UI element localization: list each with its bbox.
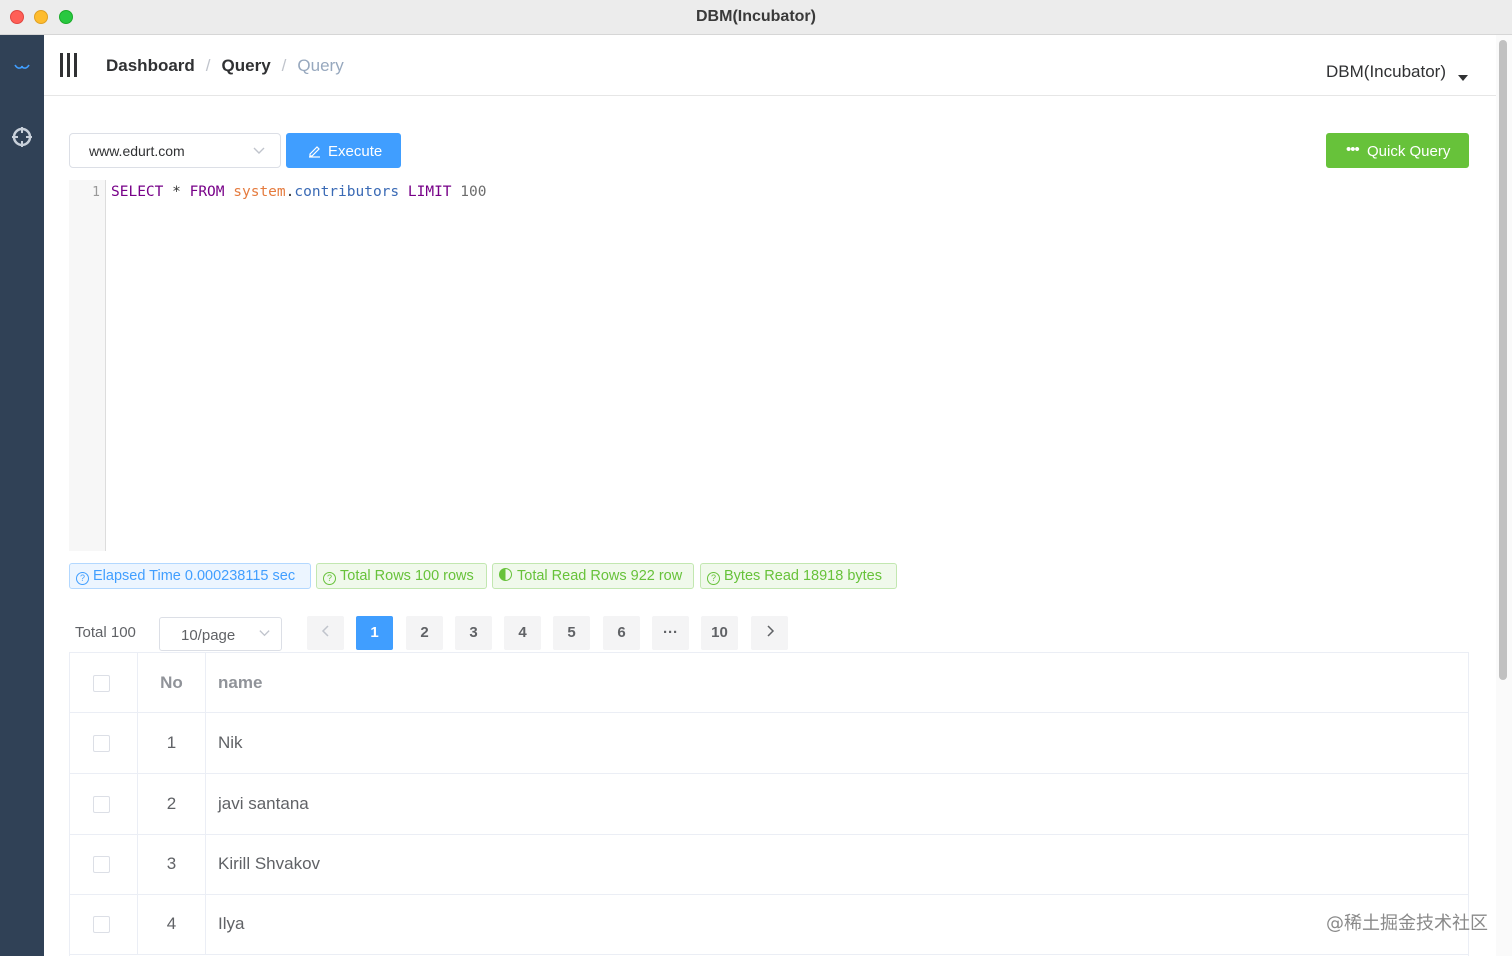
sql-table: contributors	[294, 184, 400, 200]
half-circle-icon	[499, 568, 512, 581]
row-checkbox[interactable]	[93, 856, 110, 873]
page-size-select[interactable]: 10/page	[159, 617, 282, 651]
bytes-read-text: Bytes Read 18918 bytes	[724, 568, 882, 584]
row-name: Ilya	[218, 914, 245, 933]
sql-number: 100	[460, 184, 487, 200]
user-menu-label: DBM(Incubator)	[1326, 62, 1446, 81]
execute-label: Execute	[328, 143, 383, 160]
total-rows-text: Total Rows 100 rows	[340, 568, 474, 584]
editor-gutter: 1	[69, 180, 106, 551]
row-no: 2	[138, 774, 206, 834]
navbar: Dashboard / Query / Query DBM(Incubator)	[44, 35, 1496, 96]
page-size-value: 10/page	[181, 627, 236, 644]
table-row[interactable]: 2 javi santana	[70, 774, 1468, 835]
row-name: Nik	[218, 733, 243, 752]
row-checkbox[interactable]	[93, 916, 110, 933]
row-check-cell	[70, 834, 138, 894]
column-header-no[interactable]: No	[138, 653, 206, 712]
line-number: 1	[92, 185, 100, 200]
page-button[interactable]: 6	[603, 616, 640, 650]
question-icon: ?	[707, 572, 720, 585]
breadcrumb-query[interactable]: Query	[222, 56, 271, 75]
row-check-cell	[70, 774, 138, 834]
sql-operator: *	[172, 184, 181, 200]
datasource-value: www.edurt.com	[89, 143, 185, 159]
breadcrumb-dashboard[interactable]: Dashboard	[106, 56, 195, 75]
caret-down-icon	[1458, 75, 1468, 81]
sql-keyword: LIMIT	[407, 184, 452, 200]
hamburger-icon[interactable]	[58, 51, 80, 79]
table-row[interactable]: 1 Nik	[70, 713, 1468, 774]
page-button[interactable]: 1	[356, 616, 393, 650]
breadcrumb-separator: /	[205, 56, 211, 75]
quick-query-button[interactable]: ••• Quick Query	[1326, 133, 1469, 168]
row-checkbox[interactable]	[93, 796, 110, 813]
page-button[interactable]: 5	[553, 616, 590, 650]
total-read-rows-tag: Total Read Rows 922 row	[492, 563, 694, 589]
page-button[interactable]: 4	[504, 616, 541, 650]
sql-editor[interactable]: 1 SELECT * FROM system.contributors LIMI…	[69, 180, 1469, 551]
more-pages-button[interactable]: ···	[652, 616, 689, 650]
scrollbar-thumb[interactable]	[1499, 40, 1507, 680]
chevron-down-icon	[252, 143, 266, 162]
breadcrumb-current: Query	[297, 56, 344, 75]
watermark: @稀土掘金技术社区	[1326, 913, 1488, 934]
total-rows-tag: ? Total Rows 100 rows	[316, 563, 487, 589]
total-read-rows-text: Total Read Rows 922 row	[517, 568, 683, 584]
elapsed-time-tag: ? Elapsed Time 0.000238115 sec	[69, 563, 311, 589]
column-header-name[interactable]: name	[218, 653, 262, 713]
table-header-row: No name	[70, 653, 1468, 713]
sql-code[interactable]: SELECT * FROM system.contributors LIMIT …	[111, 184, 486, 200]
row-name: javi santana	[218, 794, 309, 813]
window-titlebar: DBM(Incubator)	[0, 0, 1512, 35]
edit-icon	[307, 143, 322, 162]
datasource-select[interactable]: www.edurt.com	[69, 133, 281, 168]
question-icon: ?	[323, 572, 336, 585]
prev-page-button[interactable]	[307, 616, 344, 650]
next-page-button[interactable]	[751, 616, 788, 650]
row-checkbox[interactable]	[93, 735, 110, 752]
logo-icon[interactable]	[0, 60, 44, 80]
settings-icon[interactable]	[0, 127, 44, 149]
row-no: 4	[138, 894, 206, 954]
row-check-cell	[70, 713, 138, 773]
page-button[interactable]: 3	[455, 616, 492, 650]
elapsed-time-text: Elapsed Time 0.000238115 sec	[93, 568, 296, 584]
bytes-read-tag: ? Bytes Read 18918 bytes	[700, 563, 897, 589]
chevron-down-icon	[258, 626, 271, 644]
breadcrumb: Dashboard / Query / Query	[106, 56, 344, 76]
sidebar	[0, 35, 44, 956]
select-all-cell	[70, 653, 138, 712]
table-row[interactable]: 4 Ilya	[70, 894, 1468, 955]
sql-keyword: FROM	[189, 184, 225, 200]
results-table: No name 1 Nik 2 javi santana 3 Kirill Sh…	[69, 652, 1469, 956]
quick-query-label: Quick Query	[1367, 143, 1451, 160]
select-all-checkbox[interactable]	[93, 675, 110, 692]
sql-schema: system	[233, 184, 286, 200]
window-title: DBM(Incubator)	[696, 8, 816, 25]
more-icon: •••	[1346, 141, 1360, 158]
breadcrumb-separator: /	[281, 56, 287, 75]
chevron-right-icon	[766, 625, 774, 637]
row-no: 3	[138, 834, 206, 894]
sql-keyword: SELECT	[111, 184, 164, 200]
row-check-cell	[70, 894, 138, 954]
row-name: Kirill Shvakov	[218, 854, 321, 873]
page-button[interactable]: 10	[701, 616, 738, 650]
question-icon: ?	[76, 572, 89, 585]
pagination-total: Total 100	[75, 624, 136, 641]
table-row[interactable]: 3 Kirill Shvakov	[70, 834, 1468, 895]
chevron-left-icon	[321, 625, 329, 637]
user-menu[interactable]: DBM(Incubator)	[1326, 62, 1468, 82]
row-no: 1	[138, 713, 206, 773]
page-button[interactable]: 2	[406, 616, 443, 650]
execute-button[interactable]: Execute	[286, 133, 401, 168]
